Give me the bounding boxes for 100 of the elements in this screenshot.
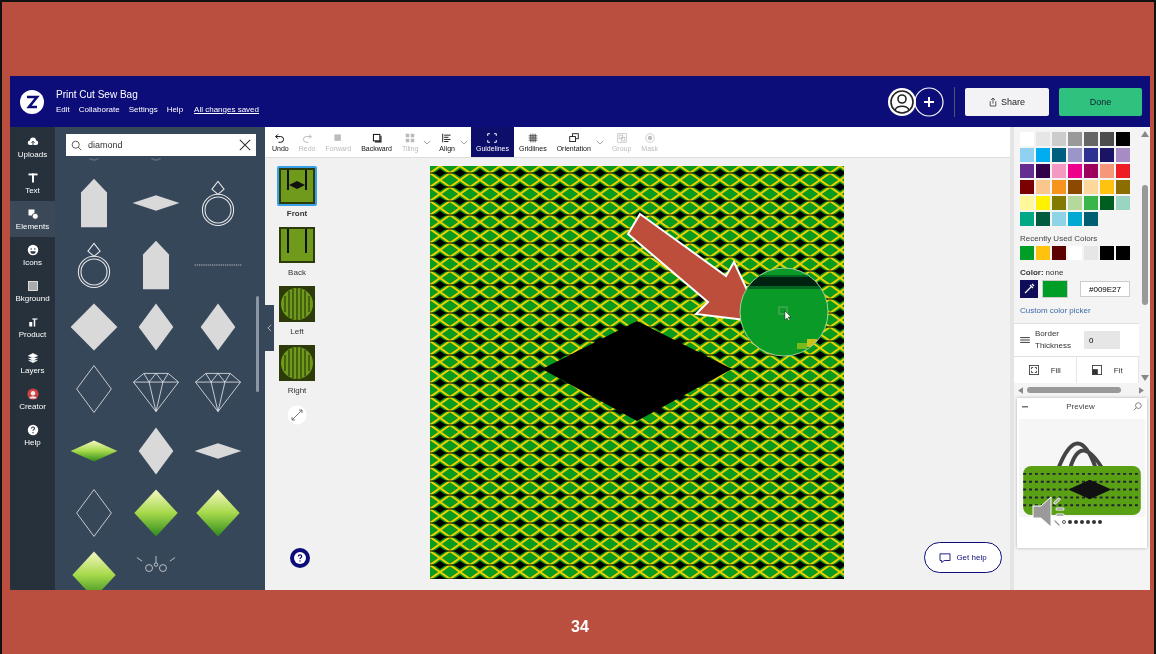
custom-color-picker-link[interactable]: Custom color picker [1020,306,1091,315]
color-swatch[interactable] [1020,180,1034,194]
color-swatch[interactable] [1116,164,1130,178]
text-icon [26,171,39,184]
sidebar-item[interactable]: Icons [10,237,55,273]
color-swatch[interactable] [1052,132,1066,146]
hex-input[interactable]: #009E27 [1080,281,1130,297]
page-thumbnail[interactable]: Left [277,284,317,336]
color-swatch[interactable] [1116,246,1130,260]
color-swatch[interactable] [1052,164,1066,178]
search-icon[interactable] [1133,402,1142,411]
color-swatch[interactable] [1068,148,1082,162]
color-swatch[interactable] [1100,132,1114,146]
sidebar-item[interactable]: Uploads [10,129,55,165]
color-swatch[interactable] [1068,180,1082,194]
color-swatch[interactable] [1020,212,1034,226]
color-swatch[interactable] [1084,148,1098,162]
caret-icon[interactable] [459,139,468,145]
color-swatch[interactable] [1084,180,1098,194]
search-field[interactable]: diamond [66,134,256,156]
pager-dot[interactable] [1068,520,1072,524]
sidebar-item[interactable]: Bkground [10,273,55,309]
color-swatch[interactable] [1068,132,1082,146]
color-swatch[interactable] [1116,196,1130,210]
scroll-left-icon[interactable] [1018,386,1023,394]
color-swatch[interactable] [1084,196,1098,210]
clear-icon[interactable] [239,139,251,151]
horizontal-scrollbar[interactable] [1018,386,1144,394]
shape-thumbnail[interactable] [68,301,120,353]
save-status-link[interactable]: All changes saved [194,105,259,114]
caret-icon[interactable] [595,139,604,145]
pager-dot[interactable] [1080,520,1084,524]
color-swatch[interactable] [1100,196,1114,210]
sidebar-item[interactable]: Text [10,165,55,201]
sidebar-item[interactable]: Product [10,309,55,345]
color-swatch[interactable] [1068,164,1082,178]
color-swatch[interactable] [1020,164,1034,178]
help-icon[interactable] [289,548,310,568]
menu-item[interactable]: Collaborate [78,105,120,114]
menu-item[interactable]: Settings [128,105,158,114]
minimize-icon[interactable] [1022,405,1028,408]
color-swatch[interactable] [1100,246,1114,260]
color-swatch[interactable] [1052,180,1066,194]
color-swatch[interactable] [1020,148,1034,162]
collapse-panel-handle[interactable] [265,305,274,351]
page-thumbnail[interactable]: Right [277,343,317,395]
fit-option-button[interactable]: Fill [1014,357,1077,383]
diamond-shape[interactable] [542,321,732,421]
menu-item[interactable]: Help [166,105,184,114]
get-help-button[interactable]: Get help [924,542,1002,573]
color-swatch[interactable] [1084,212,1098,226]
page-thumbnail[interactable]: Back [277,225,317,277]
pager-dot[interactable] [1086,520,1090,524]
done-button[interactable]: Done [1059,87,1142,116]
color-swatch[interactable] [1116,180,1130,194]
current-color-swatch[interactable] [1042,280,1068,298]
color-swatch[interactable] [1036,212,1050,226]
color-swatch[interactable] [1068,196,1082,210]
color-swatch[interactable] [1084,132,1098,146]
color-swatch[interactable] [1036,196,1050,210]
color-swatch[interactable] [1052,196,1066,210]
scrollbar-thumb[interactable] [256,296,259,392]
menu-item[interactable]: Edit [56,105,70,114]
pager-dot[interactable] [1062,520,1066,524]
scroll-down-icon[interactable] [1141,375,1149,381]
color-swatch[interactable] [1020,196,1034,210]
color-swatch[interactable] [1068,212,1082,226]
sidebar-item[interactable]: Creator [10,381,55,417]
sidebar-item[interactable]: Layers [10,345,55,381]
border-thickness-input[interactable]: 0 [1084,331,1120,349]
page-thumbnail[interactable]: Front [277,166,317,218]
share-button[interactable]: Share [965,87,1049,116]
pager-dot[interactable] [1098,520,1102,524]
color-swatch[interactable] [1036,148,1050,162]
color-swatch[interactable] [1100,180,1114,194]
color-swatch[interactable] [1116,132,1130,146]
color-swatch[interactable] [1100,164,1114,178]
resize-icon[interactable] [287,405,307,425]
color-swatch[interactable] [1036,164,1050,178]
vertical-scrollbar[interactable] [1140,131,1150,381]
sidebar-item[interactable]: Help [10,417,55,453]
scroll-up-icon[interactable] [1141,131,1149,137]
color-swatch[interactable] [1036,246,1050,260]
fit-icon [1028,365,1039,375]
eyedropper-icon[interactable] [1020,280,1038,298]
sidebar-item[interactable]: Elements [10,201,55,237]
color-swatch[interactable] [1052,148,1066,162]
pager-dot[interactable] [1074,520,1078,524]
color-swatch[interactable] [1036,180,1050,194]
color-swatch[interactable] [1020,246,1034,260]
pager-dot[interactable] [1092,520,1096,524]
scroll-right-icon[interactable] [1139,386,1144,394]
color-swatch[interactable] [1052,212,1066,226]
add-collaborator-icon[interactable] [914,86,944,117]
color-swatch[interactable] [1084,164,1098,178]
color-swatch[interactable] [1052,246,1066,260]
color-swatch[interactable] [1100,148,1114,162]
color-swatch[interactable] [1116,148,1130,162]
fit-option-button[interactable]: Fit [1076,357,1139,383]
user-avatar-icon[interactable] [887,86,917,117]
